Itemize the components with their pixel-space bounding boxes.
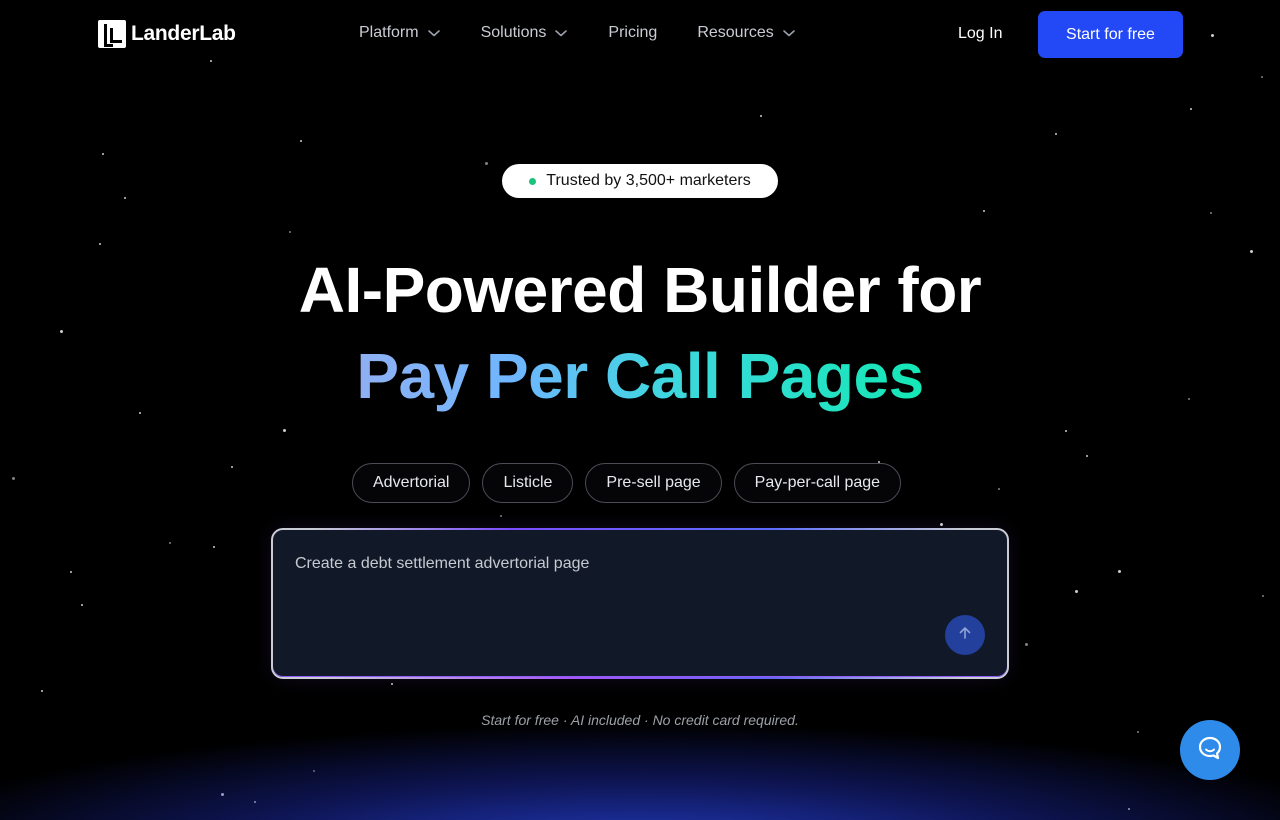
chat-bubble-icon xyxy=(1196,734,1224,767)
star xyxy=(1075,590,1078,593)
trust-badge: Trusted by 3,500+ marketers xyxy=(502,164,778,198)
trust-badge-text: Trusted by 3,500+ marketers xyxy=(546,172,751,189)
prompt-input[interactable] xyxy=(295,555,927,573)
star xyxy=(998,488,1000,490)
star xyxy=(983,210,985,212)
chip-pre-sell-page[interactable]: Pre-sell page xyxy=(585,463,722,503)
star xyxy=(760,115,762,117)
login-link[interactable]: Log In xyxy=(958,25,1002,43)
nav-item-label: Pricing xyxy=(608,24,658,41)
star xyxy=(231,466,233,468)
brand-name: LanderLab xyxy=(131,22,236,45)
star xyxy=(485,162,488,165)
star xyxy=(41,690,43,692)
nav-item-label: Resources xyxy=(697,24,774,41)
star xyxy=(313,770,315,772)
start-for-free-button[interactable]: Start for free xyxy=(1038,11,1183,58)
star xyxy=(221,793,224,796)
star xyxy=(99,243,101,245)
star xyxy=(70,571,72,573)
top-navigation: LanderLab Platform Solutions Pricing Res… xyxy=(0,0,1280,68)
star xyxy=(12,477,15,480)
chat-widget-button[interactable] xyxy=(1180,720,1240,780)
nav-item-resources[interactable]: Resources xyxy=(697,24,795,42)
star xyxy=(391,683,393,685)
star xyxy=(102,153,104,155)
nav-links: Platform Solutions Pricing Resources xyxy=(359,24,796,42)
star xyxy=(213,546,215,548)
template-chips: Advertorial Listicle Pre-sell page Pay-p… xyxy=(352,463,902,503)
star xyxy=(254,801,256,803)
star xyxy=(1261,76,1263,78)
landerlab-logo-icon xyxy=(98,20,126,48)
send-button[interactable] xyxy=(945,615,985,655)
star xyxy=(169,542,171,544)
chip-pay-per-call-page[interactable]: Pay-per-call page xyxy=(733,463,902,503)
nav-item-label: Solutions xyxy=(480,24,547,41)
nav-item-platform[interactable]: Platform xyxy=(359,24,441,42)
star xyxy=(1025,643,1028,646)
hero-title: AI-Powered Builder for xyxy=(298,254,982,326)
nav-item-pricing[interactable]: Pricing xyxy=(608,24,657,42)
nav-item-solutions[interactable]: Solutions xyxy=(481,24,569,42)
star xyxy=(500,515,502,517)
chevron-down-icon xyxy=(782,26,796,40)
star xyxy=(1262,595,1264,597)
status-dot-icon xyxy=(529,177,537,185)
star xyxy=(289,231,291,233)
star xyxy=(81,604,83,606)
star xyxy=(283,429,286,432)
star xyxy=(1086,455,1088,457)
star xyxy=(300,140,302,142)
chip-advertorial[interactable]: Advertorial xyxy=(352,463,471,503)
star xyxy=(1055,133,1057,135)
star xyxy=(1128,808,1130,810)
hero-title-gradient-text: Pay Per Call Pages xyxy=(356,340,924,412)
star xyxy=(1190,108,1192,110)
chevron-down-icon xyxy=(427,26,441,40)
chevron-down-icon xyxy=(554,26,568,40)
cta-subtext: Start for free · AI included · No credit… xyxy=(481,712,799,728)
star xyxy=(1210,212,1212,214)
arrow-up-icon xyxy=(957,625,973,646)
prompt-box xyxy=(271,528,1009,679)
chip-listicle[interactable]: Listicle xyxy=(482,463,574,503)
star xyxy=(1118,570,1121,573)
bottom-glow xyxy=(0,660,1280,820)
star xyxy=(940,523,943,526)
hero-title-gradient: Pay Per Call Pages xyxy=(0,338,1280,414)
star xyxy=(60,330,63,333)
brand-logo[interactable]: LanderLab xyxy=(98,20,236,48)
nav-item-label: Platform xyxy=(359,24,419,41)
star xyxy=(1137,731,1139,733)
star xyxy=(124,197,126,199)
star xyxy=(1065,430,1067,432)
